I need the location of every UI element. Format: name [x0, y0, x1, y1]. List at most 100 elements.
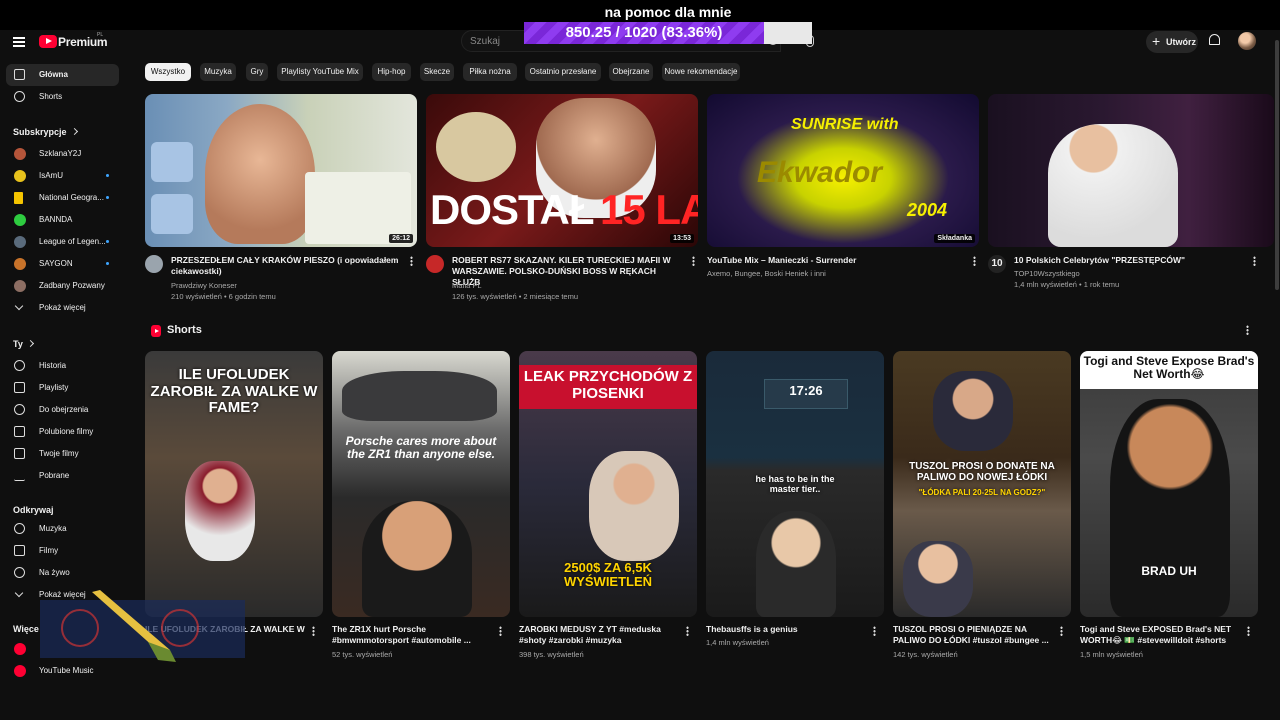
chip[interactable]: Gry	[246, 63, 268, 81]
thumbnail-person	[589, 451, 679, 561]
sidebar-item-subscription[interactable]: IsAmU	[6, 165, 119, 187]
thumbnail-person	[1110, 399, 1230, 617]
show-more-subscriptions[interactable]: Pokaż więcej	[6, 297, 119, 319]
goal-progress-bar: 850.25 / 1020 (83.36%)	[524, 22, 812, 44]
video-thumbnail[interactable]: SUNRISE with Ekwador 2004 Składanka	[707, 94, 979, 247]
chip[interactable]: Ostatnio przesłane	[525, 63, 601, 81]
chevron-down-icon	[14, 301, 24, 311]
knife-overlay-icon	[40, 590, 245, 662]
menu-icon[interactable]	[13, 37, 25, 47]
music-icon	[14, 523, 25, 534]
short-title[interactable]: Togi and Steve EXPOSED Brad's NET WORTH😂…	[1080, 624, 1240, 646]
chip[interactable]: Piłka nożna	[463, 63, 517, 81]
sidebar-item-label: BANNDA	[39, 215, 73, 224]
sidebar-item-shorts[interactable]: Shorts	[6, 86, 119, 108]
sidebar-item-your-videos[interactable]: Twoje filmy	[6, 443, 119, 465]
short-thumbnail[interactable]: ILE UFOLUDEK ZAROBIŁ ZA WALKE W FAME?	[145, 351, 323, 617]
more-options-icon[interactable]	[1246, 325, 1249, 335]
chip-all[interactable]: Wszystko	[145, 63, 191, 81]
chip[interactable]: Hip-hop	[372, 63, 411, 81]
thumbnail-text: Ekwador	[757, 156, 883, 189]
short-caption: BRAD UH	[1141, 564, 1197, 578]
video-title[interactable]: 10 Polskich Celebrytów "PRZESTĘPCÓW"	[1014, 255, 1246, 266]
more-options-icon[interactable]	[686, 626, 689, 636]
short-views: 1,4 mln wyświetleń	[706, 638, 769, 647]
short-thumbnail[interactable]: Togi and Steve Expose Brad's Net Worth😂 …	[1080, 351, 1258, 617]
thumbnail-person	[205, 104, 315, 244]
video-thumbnail[interactable]: DOSTAŁ 15 LAT 13:53	[426, 94, 698, 247]
sidebar-item-subscription[interactable]: BANNDA	[6, 209, 119, 231]
video-title[interactable]: YouTube Mix – Manieczki - Surrender	[707, 255, 957, 266]
more-options-icon[interactable]	[873, 626, 876, 636]
sidebar-item-label: Muzyka	[39, 524, 67, 533]
short-views: 1,5 mln wyświetleń	[1080, 650, 1143, 659]
more-options-icon[interactable]	[1060, 626, 1063, 636]
sidebar-item-label: YouTube Music	[39, 666, 94, 675]
chip[interactable]: Nowe rekomendacje	[662, 63, 740, 81]
sidebar-item-liked[interactable]: Polubione filmy	[6, 421, 119, 443]
logo-country: PL	[97, 32, 104, 38]
sidebar-item-youtube-music[interactable]: YouTube Music	[6, 660, 119, 682]
video-title[interactable]: ROBERT RS77 SKAZANY. KILER TURECKIEJ MAF…	[452, 255, 684, 288]
sidebar-item-watch-later[interactable]: Do obejrzenia	[6, 399, 119, 421]
chip[interactable]: Obejrzane	[609, 63, 653, 81]
channel-name[interactable]: TOP10Wszystkiego	[1014, 269, 1080, 278]
short-thumbnail[interactable]: LEAK PRZYCHODÓW Z PIOSENKI 2500$ ZA 6,5K…	[519, 351, 697, 617]
channel-avatar[interactable]	[145, 255, 163, 273]
video-title[interactable]: PRZESZEDŁEM CAŁY KRAKÓW PIESZO (i opowia…	[171, 255, 403, 277]
sidebar-item-subscription[interactable]: SzklanaY2J	[6, 143, 119, 165]
more-options-icon[interactable]	[973, 256, 976, 266]
avatar[interactable]	[1238, 32, 1256, 50]
scrollbar[interactable]	[1275, 40, 1279, 290]
sidebar-item-subscription[interactable]: SAYGON	[6, 253, 119, 275]
sidebar-item-home[interactable]: Główna	[6, 64, 119, 86]
more-options-icon[interactable]	[1253, 256, 1256, 266]
short-caption: Togi and Steve Expose Brad's Net Worth😂	[1083, 354, 1255, 382]
thumbnail-text: 15 LAT	[600, 186, 698, 233]
short-title[interactable]: The ZR1X hurt Porsche #bmwmmotorsport #a…	[332, 624, 492, 646]
short-title[interactable]: TUSZOL PROSI O PIENIĄDZE NA PALIWO DO ŁÓ…	[893, 624, 1053, 646]
more-options-icon[interactable]	[1247, 626, 1250, 636]
more-options-icon[interactable]	[312, 626, 315, 636]
more-options-icon[interactable]	[692, 256, 695, 266]
sidebar-item-movies[interactable]: Filmy	[6, 540, 119, 562]
sidebar-item-history[interactable]: Historia	[6, 355, 119, 377]
channel-avatar[interactable]	[426, 255, 444, 273]
queue-timer: 17:26	[789, 383, 823, 398]
sidebar-item-live[interactable]: Na żywo	[6, 562, 119, 584]
more-options-icon[interactable]	[410, 256, 413, 266]
short-thumbnail[interactable]: TUSZOL PROSI O DONATE NA PALIWO DO NOWEJ…	[893, 351, 1071, 617]
video-thumbnail[interactable]: 26:12	[145, 94, 417, 247]
sidebar-item-label: Do obejrzenia	[39, 405, 89, 414]
film-icon	[14, 545, 25, 556]
short-title[interactable]: ZAROBKI MEDUSY Z YT #meduska #shoty #zar…	[519, 624, 679, 646]
short-thumbnail[interactable]: Porsche cares more about the ZR1 than an…	[332, 351, 510, 617]
sidebar-item-music[interactable]: Muzyka	[6, 518, 119, 540]
new-content-dot	[106, 174, 109, 177]
you-header[interactable]: Ty	[13, 339, 34, 349]
short-thumbnail[interactable]: 17:26 he has to be in the master tier..	[706, 351, 884, 617]
channel-name[interactable]: Prawdziwy Koneser	[171, 281, 237, 290]
mix-badge: Składanka	[934, 234, 975, 243]
chip[interactable]: Playlisty YouTube Mix	[277, 63, 363, 81]
bell-icon[interactable]	[1209, 34, 1220, 45]
chip[interactable]: Skecze	[420, 63, 454, 81]
short-views: 52 tys. wyświetleń	[332, 650, 393, 659]
video-thumbnail[interactable]	[988, 94, 1274, 247]
sidebar-item-playlists[interactable]: Playlisty	[6, 377, 119, 399]
channel-avatar[interactable]: 10	[988, 255, 1006, 273]
thumbnail-person	[185, 461, 255, 561]
sidebar-item-downloads[interactable]: Pobrane	[6, 465, 119, 487]
channel-name[interactable]: Mafia PL	[452, 281, 482, 290]
create-button[interactable]: + Utwórz	[1146, 31, 1198, 53]
sidebar-item-subscription[interactable]: League of Legen...	[6, 231, 119, 253]
chip[interactable]: Muzyka	[200, 63, 236, 81]
youtube-logo-icon[interactable]	[39, 35, 57, 48]
short-title[interactable]: Thebausffs is a genius	[706, 624, 866, 635]
sidebar-item-subscription[interactable]: Zadbany Pozwany	[6, 275, 119, 297]
thumbnail-plate	[436, 112, 516, 182]
channel-name[interactable]: Axemo, Bungee, Boski Heniek i inni	[707, 269, 826, 278]
subscriptions-header[interactable]: Subskrypcje	[13, 127, 78, 137]
sidebar-item-subscription[interactable]: National Geogra...	[6, 187, 119, 209]
more-options-icon[interactable]	[499, 626, 502, 636]
